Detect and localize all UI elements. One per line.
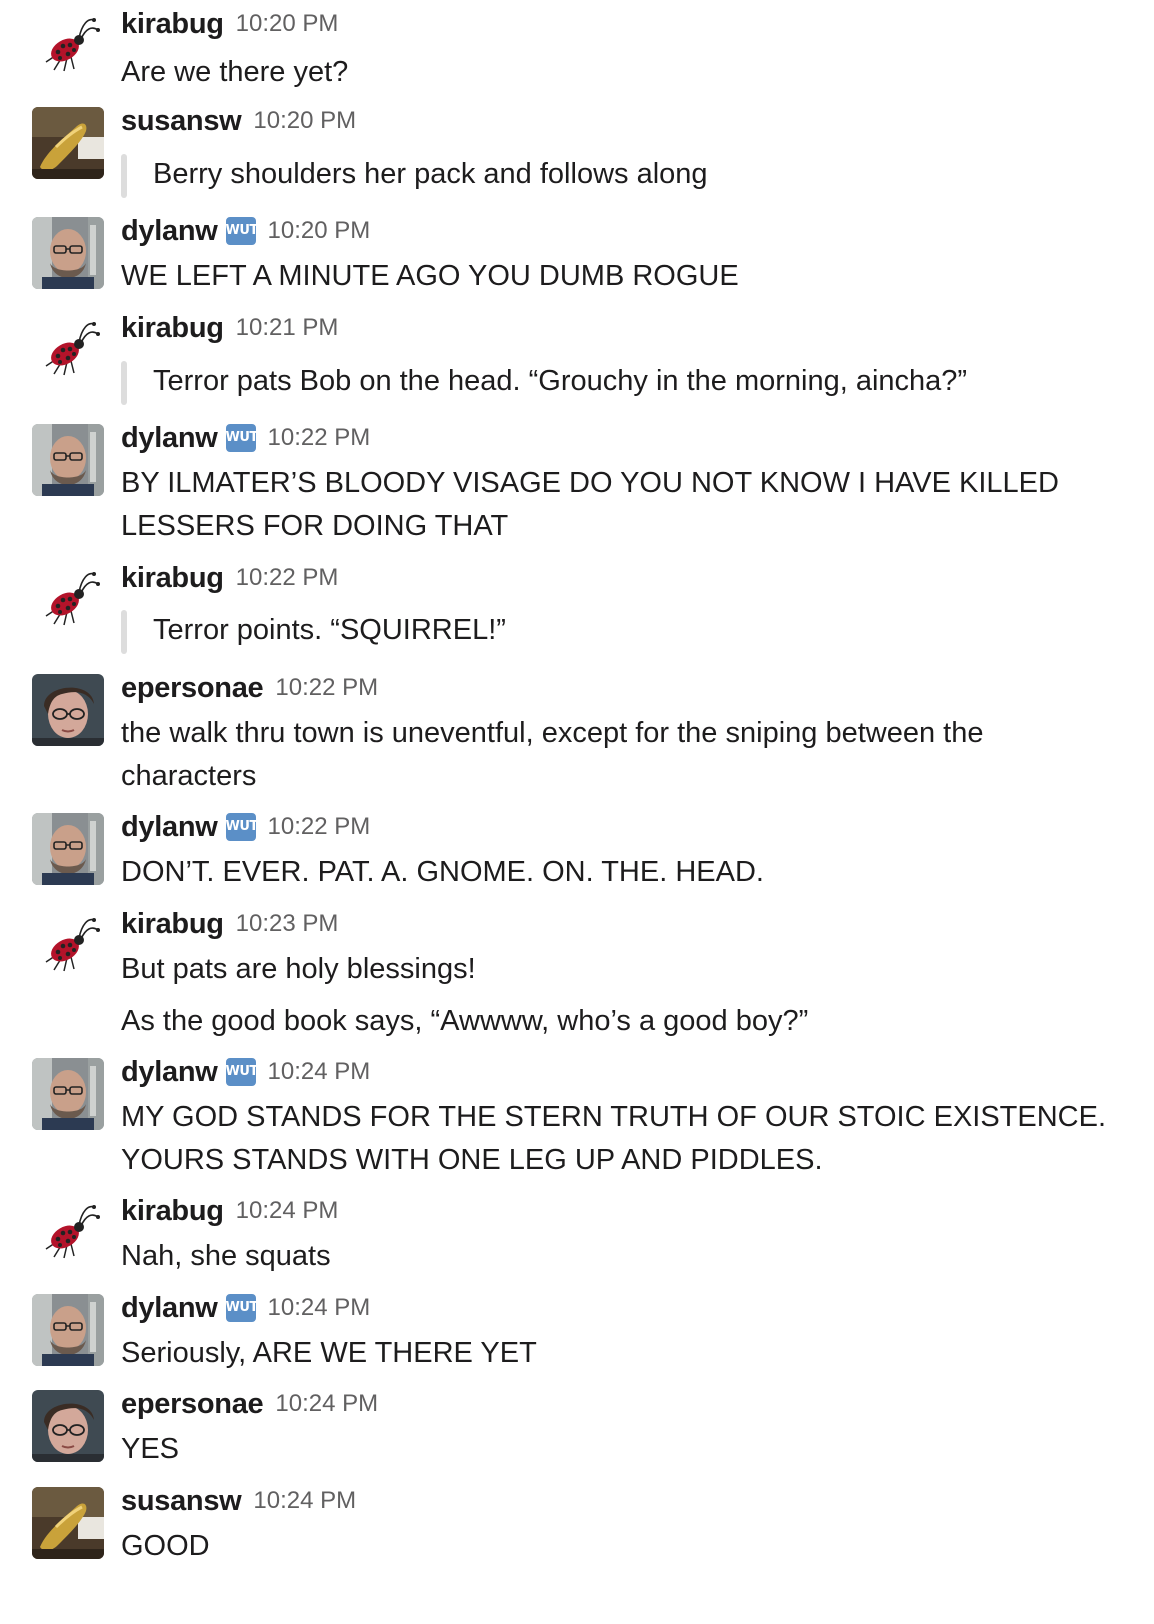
username[interactable]: dylanw bbox=[121, 215, 218, 248]
message-header: dylanw WUT 10:24 PM bbox=[121, 1290, 370, 1326]
message-text: Nah, she squats bbox=[121, 1240, 331, 1272]
timestamp[interactable]: 10:20 PM bbox=[236, 10, 339, 38]
username[interactable]: dylanw bbox=[121, 422, 218, 455]
quoted-text: Terror points. “SQUIRREL!” bbox=[153, 614, 506, 646]
message-text: LESSERS FOR DOING THAT bbox=[121, 510, 509, 542]
timestamp[interactable]: 10:24 PM bbox=[268, 1058, 371, 1086]
avatar-susansw[interactable] bbox=[32, 107, 104, 179]
avatar-kirabug[interactable] bbox=[32, 10, 104, 82]
timestamp[interactable]: 10:24 PM bbox=[236, 1197, 339, 1225]
timestamp[interactable]: 10:22 PM bbox=[275, 674, 378, 702]
avatar-dylanw[interactable] bbox=[32, 1058, 104, 1130]
username[interactable]: kirabug bbox=[121, 312, 224, 345]
message-text: GOOD bbox=[121, 1530, 210, 1562]
message-header: kirabug 10:22 PM bbox=[121, 560, 338, 596]
message-header: kirabug 10:20 PM bbox=[121, 6, 338, 42]
message-header: susansw 10:24 PM bbox=[121, 1483, 356, 1519]
wut-emoji-badge[interactable]: WUT bbox=[225, 1058, 258, 1086]
username[interactable]: susansw bbox=[121, 1485, 242, 1518]
avatar-dylanw[interactable] bbox=[32, 424, 104, 496]
message-header: kirabug 10:23 PM bbox=[121, 906, 338, 942]
quote-bar bbox=[121, 361, 127, 405]
message-text: the walk thru town is uneventful, except… bbox=[121, 717, 984, 749]
username[interactable]: dylanw bbox=[121, 811, 218, 844]
message-header: susansw 10:20 PM bbox=[121, 103, 356, 139]
username[interactable]: kirabug bbox=[121, 908, 224, 941]
timestamp[interactable]: 10:20 PM bbox=[253, 107, 356, 135]
message-text: characters bbox=[121, 760, 257, 792]
message-header: kirabug 10:24 PM bbox=[121, 1193, 338, 1229]
quoted-text: Berry shoulders her pack and follows alo… bbox=[153, 158, 708, 190]
message-text: WE LEFT A MINUTE AGO YOU DUMB ROGUE bbox=[121, 260, 739, 292]
message-text: MY GOD STANDS FOR THE STERN TRUTH OF OUR… bbox=[121, 1101, 1107, 1133]
wut-emoji-badge[interactable]: WUT bbox=[225, 813, 258, 841]
avatar-kirabug[interactable] bbox=[32, 314, 104, 386]
message-text: YOURS STANDS WITH ONE LEG UP AND PIDDLES… bbox=[121, 1144, 823, 1176]
timestamp[interactable]: 10:20 PM bbox=[268, 217, 371, 245]
avatar-kirabug[interactable] bbox=[32, 1197, 104, 1269]
avatar-kirabug[interactable] bbox=[32, 564, 104, 636]
avatar-dylanw[interactable] bbox=[32, 1294, 104, 1366]
message-header: epersonae 10:24 PM bbox=[121, 1386, 378, 1422]
avatar-epersonae[interactable] bbox=[32, 674, 104, 746]
username[interactable]: susansw bbox=[121, 105, 242, 138]
timestamp[interactable]: 10:24 PM bbox=[268, 1294, 371, 1322]
message-text: YES bbox=[121, 1433, 180, 1465]
avatar-epersonae[interactable] bbox=[32, 1390, 104, 1462]
message-header: epersonae 10:22 PM bbox=[121, 670, 378, 706]
message-header: dylanw WUT 10:22 PM bbox=[121, 809, 370, 845]
wut-emoji-badge[interactable]: WUT bbox=[225, 217, 258, 245]
message-header: dylanw WUT 10:24 PM bbox=[121, 1054, 370, 1090]
timestamp[interactable]: 10:22 PM bbox=[236, 564, 339, 592]
timestamp[interactable]: 10:24 PM bbox=[275, 1390, 378, 1418]
username[interactable]: epersonae bbox=[121, 672, 264, 705]
username[interactable]: dylanw bbox=[121, 1056, 218, 1089]
quote-bar bbox=[121, 610, 127, 654]
message-text: But pats are holy blessings! bbox=[121, 953, 476, 985]
avatar-dylanw[interactable] bbox=[32, 217, 104, 289]
username[interactable]: dylanw bbox=[121, 1292, 218, 1325]
message-text: As the good book says, “Awwww, who’s a g… bbox=[121, 1005, 809, 1037]
avatar-susansw[interactable] bbox=[32, 1487, 104, 1559]
timestamp[interactable]: 10:23 PM bbox=[236, 910, 339, 938]
timestamp[interactable]: 10:24 PM bbox=[253, 1487, 356, 1515]
username[interactable]: kirabug bbox=[121, 562, 224, 595]
message-text: Seriously, ARE WE THERE YET bbox=[121, 1337, 537, 1369]
username[interactable]: kirabug bbox=[121, 1195, 224, 1228]
timestamp[interactable]: 10:21 PM bbox=[236, 314, 339, 342]
message-header: dylanw WUT 10:20 PM bbox=[121, 213, 370, 249]
avatar-kirabug[interactable] bbox=[32, 910, 104, 982]
wut-emoji-badge[interactable]: WUT bbox=[225, 1294, 258, 1322]
username[interactable]: epersonae bbox=[121, 1388, 264, 1421]
quote-bar bbox=[121, 154, 127, 198]
message-header: dylanw WUT 10:22 PM bbox=[121, 420, 370, 456]
timestamp[interactable]: 10:22 PM bbox=[268, 813, 371, 841]
username[interactable]: kirabug bbox=[121, 8, 224, 41]
timestamp[interactable]: 10:22 PM bbox=[268, 424, 371, 452]
quoted-text: Terror pats Bob on the head. “Grouchy in… bbox=[153, 365, 968, 397]
message-text: DON’T. EVER. PAT. A. GNOME. ON. THE. HEA… bbox=[121, 856, 764, 888]
message-text: Are we there yet? bbox=[121, 56, 349, 88]
wut-emoji-badge[interactable]: WUT bbox=[225, 424, 258, 452]
avatar-dylanw[interactable] bbox=[32, 813, 104, 885]
message-text: BY ILMATER’S BLOODY VISAGE DO YOU NOT KN… bbox=[121, 467, 1059, 499]
message-header: kirabug 10:21 PM bbox=[121, 310, 338, 346]
